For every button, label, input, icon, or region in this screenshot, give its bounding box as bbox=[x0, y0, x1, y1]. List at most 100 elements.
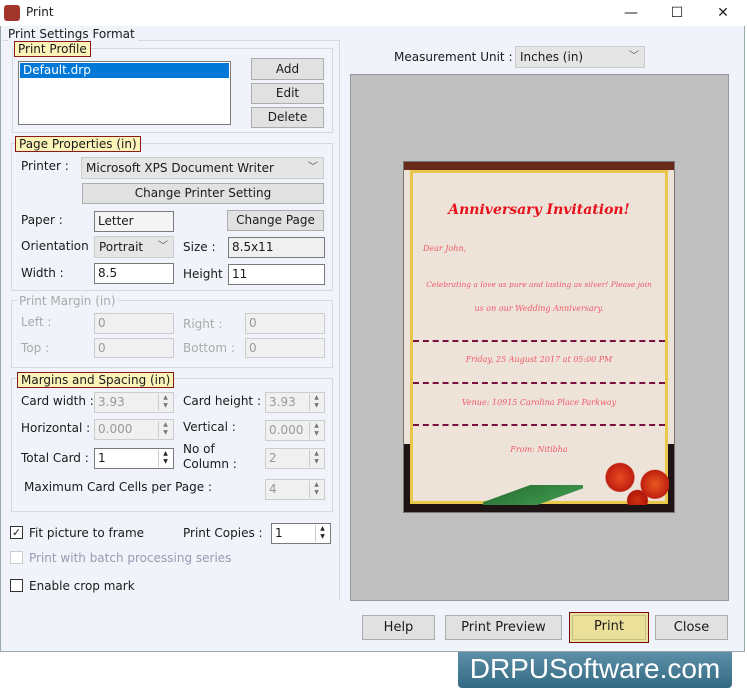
height-label: Height : bbox=[183, 267, 231, 281]
measurement-unit-value: Inches (in) bbox=[520, 50, 584, 64]
fit-picture-label: Fit picture to frame bbox=[29, 526, 145, 540]
spinner-arrows-icon[interactable]: ▲ ▼ bbox=[158, 421, 172, 438]
bottom-label: Bottom : bbox=[183, 341, 235, 355]
spinner-arrows-icon[interactable]: ▲ ▼ bbox=[315, 525, 329, 542]
close-window-button[interactable]: ✕ bbox=[700, 2, 746, 24]
edit-button[interactable]: Edit bbox=[251, 83, 324, 104]
chevron-down-icon: ﹀ bbox=[308, 162, 318, 173]
printer-value: Microsoft XPS Document Writer bbox=[86, 161, 274, 175]
maximize-button[interactable]: ☐ bbox=[654, 2, 700, 24]
print-margin-legend: Print Margin (in) bbox=[17, 294, 118, 308]
orientation-value: Portrait bbox=[99, 240, 144, 254]
spinner-arrows-icon[interactable]: ▲ ▼ bbox=[158, 450, 172, 467]
width-label: Width : bbox=[21, 266, 64, 280]
invitation-card-preview: Anniversary Invitation! Dear John, Celeb… bbox=[403, 161, 675, 513]
horizontal-label: Horizontal : bbox=[21, 421, 91, 435]
spinner-arrows-icon[interactable]: ▲ ▼ bbox=[309, 481, 323, 498]
card-width-spinner[interactable]: 3.93 ▲ ▼ bbox=[94, 392, 174, 413]
card-height-label: Card height : bbox=[183, 394, 261, 408]
card-divider bbox=[413, 424, 665, 426]
columns-label-line1: No of bbox=[183, 442, 215, 456]
card-line1: Celebrating a love as pure and lasting a… bbox=[426, 280, 652, 289]
add-button[interactable]: Add bbox=[251, 58, 324, 80]
bottom-margin-input[interactable]: 0 bbox=[245, 338, 325, 358]
printer-select[interactable]: Microsoft XPS Document Writer ﹀ bbox=[81, 157, 324, 179]
card-greeting: Dear John, bbox=[423, 244, 467, 253]
batch-processing-checkbox[interactable] bbox=[10, 551, 23, 564]
card-venue: Venue: 10915 Carolina Place Parkway bbox=[461, 398, 617, 407]
vertical-spinner[interactable]: 0.000 ▲ ▼ bbox=[265, 420, 325, 441]
card-height-spinner[interactable]: 3.93 ▲ ▼ bbox=[265, 392, 325, 413]
left-label: Left : bbox=[21, 315, 52, 329]
total-card-spinner[interactable]: 1 ▲ ▼ bbox=[94, 448, 174, 469]
spinner-arrows-icon[interactable]: ▲ ▼ bbox=[309, 450, 323, 467]
top-label: Top : bbox=[21, 341, 50, 355]
total-card-value: 1 bbox=[98, 451, 106, 465]
margins-spacing-legend: Margins and Spacing (in) bbox=[17, 372, 175, 388]
card-width-label: Card width : bbox=[21, 394, 94, 408]
left-margin-input[interactable]: 0 bbox=[94, 313, 174, 334]
top-margin-input[interactable]: 0 bbox=[94, 338, 174, 358]
card-inner-frame: Anniversary Invitation! Dear John, Celeb… bbox=[410, 170, 669, 505]
card-divider bbox=[413, 382, 665, 384]
columns-spinner[interactable]: 2 ▲ ▼ bbox=[265, 448, 325, 469]
horizontal-spinner[interactable]: 0.000 ▲ ▼ bbox=[94, 419, 174, 440]
window-title: Print bbox=[26, 5, 54, 19]
card-line2: us on our Wedding Anniversary. bbox=[474, 304, 604, 313]
batch-processing-label: Print with batch processing series bbox=[29, 551, 232, 565]
card-title: Anniversary Invitation! bbox=[448, 202, 630, 218]
paper-label: Paper : bbox=[21, 213, 63, 227]
page-properties-legend: Page Properties (in) bbox=[15, 136, 141, 152]
measurement-unit-select[interactable]: Inches (in) ﹀ bbox=[515, 46, 645, 68]
profile-list-item[interactable]: Default.drp bbox=[20, 63, 229, 78]
size-field: 8.5x11 bbox=[228, 237, 325, 258]
spinner-arrows-icon[interactable]: ▲ ▼ bbox=[309, 422, 323, 439]
paper-field: Letter bbox=[94, 211, 174, 232]
drpu-watermark: DRPUSoftware.com bbox=[458, 652, 732, 688]
crop-mark-checkbox[interactable] bbox=[10, 579, 23, 592]
change-printer-setting-button[interactable]: Change Printer Setting bbox=[82, 183, 324, 204]
width-input[interactable]: 8.5 bbox=[94, 263, 174, 284]
card-divider bbox=[413, 340, 665, 342]
card-from: From: Nitibha bbox=[510, 445, 568, 454]
close-button[interactable]: Close bbox=[655, 615, 728, 640]
vertical-label: Vertical : bbox=[183, 420, 236, 434]
vertical-value: 0.000 bbox=[269, 423, 304, 437]
orientation-select[interactable]: Portrait ﹀ bbox=[94, 236, 174, 258]
columns-label-line2: Column : bbox=[183, 457, 237, 471]
chevron-down-icon: ﹀ bbox=[158, 241, 168, 252]
print-button[interactable]: Print bbox=[569, 612, 649, 643]
roses-image bbox=[599, 459, 669, 505]
title-bar: Print — ☐ ✕ bbox=[0, 0, 747, 26]
settings-group-label: Print Settings Format bbox=[8, 27, 138, 41]
spinner-arrows-icon[interactable]: ▲ ▼ bbox=[158, 394, 172, 411]
print-profile-legend: Print Profile bbox=[14, 41, 91, 57]
change-page-button[interactable]: Change Page bbox=[227, 210, 324, 231]
height-input[interactable]: 11 bbox=[228, 264, 325, 285]
print-copies-label: Print Copies : bbox=[183, 526, 263, 540]
chevron-down-icon: ﹀ bbox=[629, 51, 639, 62]
card-ornament-top bbox=[404, 162, 674, 170]
help-button[interactable]: Help bbox=[362, 615, 435, 640]
total-card-label: Total Card : bbox=[21, 451, 89, 465]
max-cells-value: 4 bbox=[269, 482, 277, 496]
right-margin-input[interactable]: 0 bbox=[245, 313, 325, 334]
minimize-button[interactable]: — bbox=[608, 2, 654, 24]
measurement-unit-label: Measurement Unit : bbox=[394, 50, 513, 64]
card-width-value: 3.93 bbox=[98, 395, 125, 409]
print-preview-button[interactable]: Print Preview bbox=[445, 615, 562, 640]
columns-value: 2 bbox=[269, 451, 277, 465]
delete-button[interactable]: Delete bbox=[251, 107, 324, 128]
print-copies-spinner[interactable]: 1 ▲ ▼ bbox=[271, 523, 331, 544]
crop-mark-label: Enable crop mark bbox=[29, 579, 135, 593]
fit-picture-checkbox[interactable]: ✓ bbox=[10, 526, 23, 539]
max-cells-label: Maximum Card Cells per Page : bbox=[24, 480, 212, 494]
leaves-image bbox=[483, 485, 583, 505]
columns-label: No of Column : bbox=[183, 442, 237, 472]
app-icon bbox=[4, 5, 20, 21]
right-label: Right : bbox=[183, 317, 223, 331]
orientation-label: Orientation : bbox=[21, 239, 97, 253]
spinner-arrows-icon[interactable]: ▲ ▼ bbox=[309, 394, 323, 411]
profile-list[interactable]: Default.drp bbox=[18, 61, 231, 125]
max-cells-spinner[interactable]: 4 ▲ ▼ bbox=[265, 479, 325, 500]
